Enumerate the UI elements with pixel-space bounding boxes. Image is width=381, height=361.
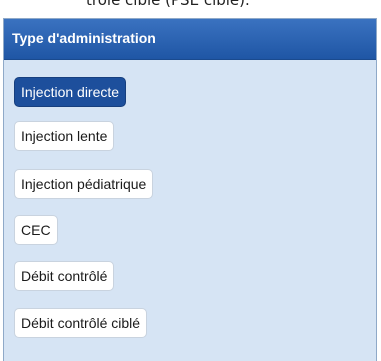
panel-title: Type d'administration — [12, 30, 156, 46]
panel-header: Type d'administration — [4, 19, 376, 60]
option-debit-controle[interactable]: Débit contrôlé — [14, 261, 115, 291]
administration-type-panel: Type d'administration Injection directe … — [3, 18, 377, 361]
option-injection-pediatrique[interactable]: Injection pédiatrique — [14, 169, 154, 199]
option-cec[interactable]: CEC — [14, 215, 58, 245]
document-text-fragment: trôlé ciblé (PSE ciblé). — [0, 0, 381, 18]
option-debit-controle-cible[interactable]: Débit contrôlé ciblé — [14, 308, 148, 338]
option-injection-directe[interactable]: Injection directe — [14, 77, 127, 107]
document-text: trôlé ciblé (PSE ciblé). — [86, 0, 250, 9]
option-injection-lente[interactable]: Injection lente — [14, 121, 115, 151]
